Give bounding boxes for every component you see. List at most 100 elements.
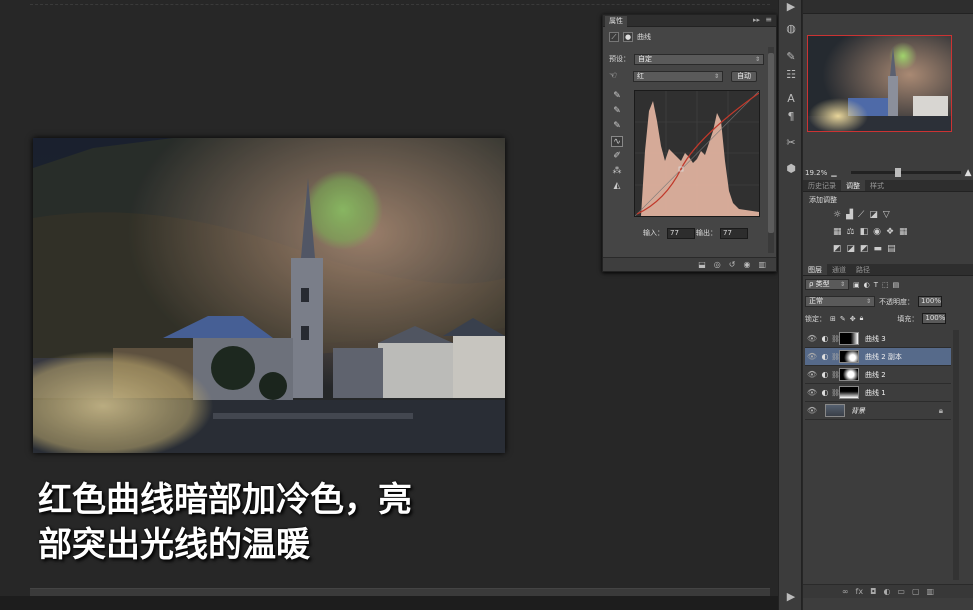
smooth-icon[interactable]: ⁂ [611,166,623,177]
horizontal-scrollbar[interactable] [30,588,770,596]
hand-target-icon[interactable]: ☜ [609,71,623,81]
layer-mask-thumbnail[interactable] [839,332,859,345]
zoom-slider[interactable] [850,168,961,177]
layer-mask-thumbnail[interactable] [839,386,859,399]
opacity-field[interactable]: 100% [918,296,942,307]
tab-properties[interactable]: 属性 [605,16,627,27]
vibrance-icon[interactable]: ▽ [883,210,890,220]
levels-icon[interactable]: ▟ [846,210,853,220]
paragraph-icon[interactable]: ¶ [779,110,803,123]
posterize-icon[interactable]: ◪ [847,244,856,254]
navigator-thumbnail[interactable] [807,35,952,132]
zoom-value[interactable]: 19.2% [805,169,827,177]
eye-icon[interactable]: 👁︎ [805,388,819,397]
filter-type-icon[interactable]: T [874,281,878,289]
color-lookup-icon[interactable]: ▦ [899,227,908,237]
lock-all-icon[interactable]: 🔒︎ [860,314,864,323]
tab-history[interactable]: 历史记录 [803,180,841,191]
photo-filter-icon[interactable]: ◉ [873,227,881,237]
zoom-slider-knob[interactable] [894,168,901,177]
eye-icon[interactable]: 👁︎ [805,370,819,379]
layer-name[interactable]: 曲线 2 [865,370,886,380]
gradient-map-icon[interactable]: ▬ [874,244,883,254]
eye-icon[interactable]: 👁︎ [805,352,819,361]
play-icon-bottom[interactable]: ▶ [779,590,803,603]
brush-icon[interactable]: ✎ [779,50,803,63]
output-field[interactable]: 77 [720,227,748,239]
input-field[interactable]: 77 [667,227,695,239]
filter-smart-icon[interactable]: ▤ [893,281,900,289]
layer-mask-thumbnail[interactable] [839,350,859,363]
selective-color-icon[interactable]: ▤ [887,244,896,254]
tab-channels[interactable]: 通道 [827,264,851,275]
gray-point-eyedropper-icon[interactable]: ✎ [611,106,623,117]
tab-adjustments[interactable]: 调整 [841,180,865,191]
filter-pixel-icon[interactable]: ▣ [853,281,860,289]
layer-row[interactable]: 👁︎ ◐ ⛓︎ 曲线 1 [805,384,951,402]
lock-transparent-icon[interactable]: ⊞ [830,315,836,323]
zoom-out-icon[interactable]: ▁ [831,169,836,177]
invert-icon[interactable]: ◩ [833,244,842,254]
tab-styles[interactable]: 样式 [865,180,889,191]
layer-row[interactable]: 👁︎ ◐ ⛓︎ 曲线 2 [805,366,951,384]
layer-name[interactable]: 曲线 2 副本 [865,352,902,362]
new-adjustment-icon[interactable]: ◐ [883,587,890,596]
threshold-icon[interactable]: ◩ [860,244,869,254]
channel-select[interactable]: 红 ⇕ [633,70,723,82]
hue-saturation-icon[interactable]: ▦ [833,227,842,237]
exposure-icon[interactable]: ◪ [869,210,878,220]
layer-name[interactable]: 背景 [851,406,865,416]
cube-icon[interactable]: ⬢ [779,162,803,175]
blend-mode-select[interactable]: 正常 ⇕ [805,296,875,307]
channel-mixer-icon[interactable]: ❖ [886,227,894,237]
white-point-eyedropper-icon[interactable]: ✎ [611,121,623,132]
lock-paint-icon[interactable]: ✎ [840,315,846,323]
layer-filter-select[interactable]: ρ 类型 ⇕ [805,279,849,290]
eye-icon[interactable]: 👁︎ [805,334,819,343]
layer-name[interactable]: 曲线 1 [865,388,886,398]
auto-button[interactable]: 自动 [731,70,757,82]
curves-icon[interactable]: ⟋ [858,210,864,220]
brightness-icon[interactable]: ☼ [833,210,841,220]
mask-icon[interactable]: ● [623,32,633,42]
new-layer-icon[interactable]: ▢ [912,587,920,596]
layers-scrollbar[interactable] [953,330,959,580]
reset-icon[interactable]: ↺ [729,260,736,269]
layer-row-selected[interactable]: 👁︎ ◐ ⛓︎ 曲线 2 副本 [805,348,951,366]
add-mask-icon[interactable]: ◘ [870,587,876,596]
pencil-icon[interactable]: ✐ [611,151,623,162]
trash-icon[interactable]: ▥ [927,587,935,596]
filter-adjust-icon[interactable]: ◐ [864,281,870,289]
trash-icon[interactable]: ▥ [758,260,766,269]
properties-scrollbar[interactable] [768,47,774,253]
preset-select[interactable]: 自定 ⇕ [634,53,764,65]
tools-icon[interactable]: ✂ [779,136,803,149]
black-point-eyedropper-icon[interactable]: ✎ [611,91,623,102]
layer-name[interactable]: 曲线 3 [865,334,886,344]
lock-move-icon[interactable]: ✥ [850,315,856,323]
filter-shape-icon[interactable]: ⬚ [882,281,889,289]
layer-mask-thumbnail[interactable] [839,368,859,381]
character-icon[interactable]: A [779,92,803,105]
zoom-in-icon[interactable]: ▲ [965,168,972,178]
brush-settings-icon[interactable]: ☷ [779,68,803,81]
black-white-icon[interactable]: ◧ [860,227,869,237]
clipping-warning-icon[interactable]: ◭ [611,181,623,192]
link-layers-icon[interactable]: ∞ [842,587,849,596]
document-image[interactable] [33,138,505,453]
properties-panel[interactable]: 属性 ▸▸ ≡ ⟋ ● 曲线 预设： 自定 ⇕ ☜ 红 ⇕ 自动 ✎ ✎ ✎ ∿… [602,14,777,272]
layer-row[interactable]: 👁︎ ◐ ⛓︎ 曲线 3 [805,330,951,348]
visibility-icon[interactable]: ◉ [743,260,750,269]
play-icon[interactable]: ▶ [779,0,803,13]
info-icon[interactable]: ◍ [779,22,803,35]
tab-paths[interactable]: 路径 [851,264,875,275]
fill-field[interactable]: 100% [922,313,947,324]
fx-icon[interactable]: fx [856,587,864,596]
layer-row-background[interactable]: 👁︎ 背景 🔒︎ [805,402,951,420]
clip-to-layer-icon[interactable]: ⬓ [698,260,706,269]
tab-layers[interactable]: 图层 [803,264,827,275]
curve-graph[interactable] [634,90,760,217]
background-thumbnail[interactable] [825,404,845,417]
double-chevron-icon[interactable]: ▸▸ [753,16,760,24]
curve-point-tool-icon[interactable]: ∿ [611,136,623,147]
